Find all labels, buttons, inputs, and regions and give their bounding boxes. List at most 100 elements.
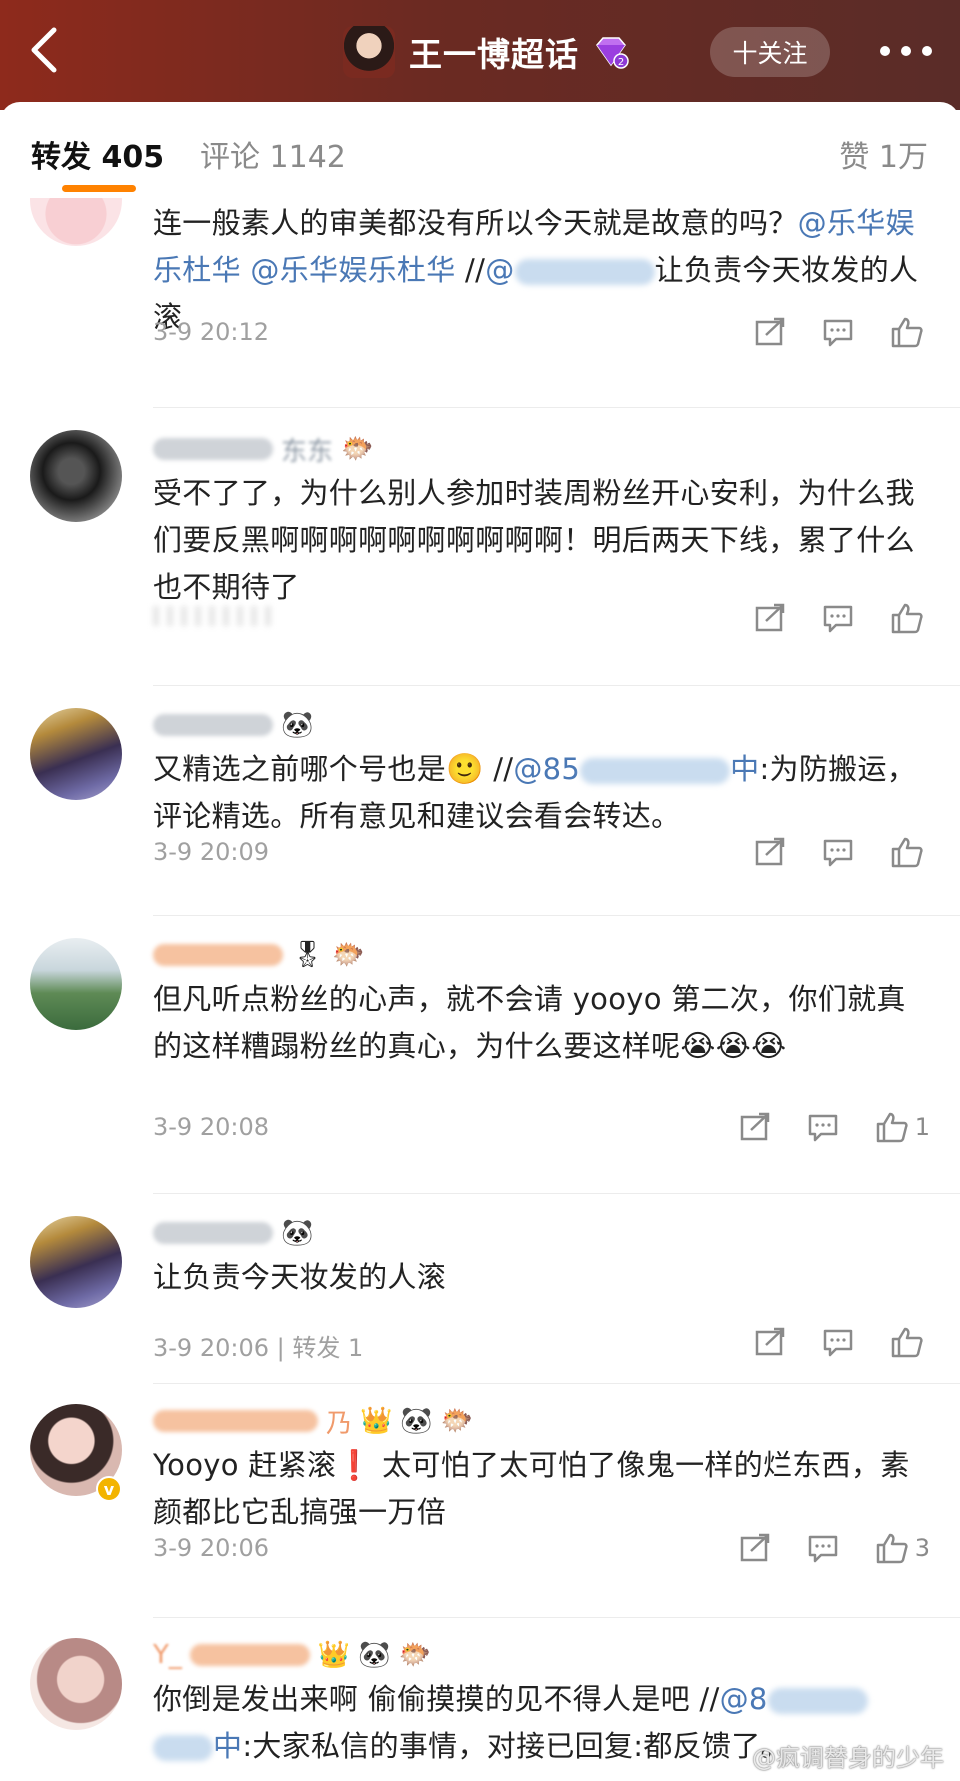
panda-badge-icon: 🐼 [400, 1406, 433, 1436]
svg-text:2: 2 [618, 57, 624, 68]
crown-badge-icon: 👑 [360, 1406, 393, 1436]
exclamation-emoji: ❗ [336, 1448, 373, 1482]
share-icon [755, 317, 785, 346]
repost-button[interactable] [739, 1533, 771, 1563]
list-item: v 乃 👑 🐼 🐡 Yooyo 赶紧滚❗ 太可怕了太可怕了像鬼一样的烂东西，素颜… [0, 1384, 960, 1618]
username-row[interactable]: 东东 🐡 [153, 432, 374, 467]
like-button[interactable] [890, 316, 930, 348]
crown-badge-icon: 👑 [317, 1640, 351, 1670]
comment-button[interactable] [822, 603, 854, 633]
username-tail: 乃 [326, 1408, 353, 1439]
thumbs-up-icon [876, 1533, 908, 1564]
like-button[interactable] [890, 1326, 930, 1358]
username-row[interactable]: 🐼 [153, 1216, 313, 1250]
username-prefix: Y_ [153, 1640, 182, 1670]
repost-button[interactable] [754, 317, 786, 347]
comment-icon [823, 605, 853, 633]
level-badge-icon: 🎖 [291, 940, 325, 970]
tab-comment[interactable]: 评论 1142 [200, 132, 346, 176]
blurred-username [153, 714, 273, 736]
comment-icon [823, 1329, 853, 1357]
comment-button[interactable] [822, 317, 854, 347]
comment-text: 让负责今天妆发的人滚 [153, 1260, 447, 1294]
thumbs-up-icon [876, 1112, 908, 1143]
tab-like[interactable]: 赞 1万 [839, 132, 928, 176]
watermark: @疯调替身的少年 [752, 1744, 944, 1772]
username-row[interactable]: 🎖 🐡 [153, 938, 364, 972]
avatar[interactable] [30, 938, 122, 1030]
like-button[interactable]: 3 [875, 1532, 930, 1564]
username-tail: 东东 [281, 436, 334, 467]
action-bar [754, 832, 930, 872]
back-button[interactable] [22, 22, 72, 78]
avatar[interactable] [30, 1638, 122, 1730]
comment-text: 受不了了，为什么别人参加时装周粉丝开心安利，为什么我们要反黑啊啊啊啊啊啊啊啊啊啊… [153, 476, 915, 604]
comment-icon [823, 839, 853, 867]
repost-button[interactable] [754, 837, 786, 867]
repost-button[interactable] [739, 1112, 771, 1142]
share-icon [740, 1533, 769, 1562]
share-icon [740, 1112, 769, 1141]
mention-link[interactable]: @85 [513, 752, 580, 786]
comment-button[interactable] [822, 837, 854, 867]
comment-icon [808, 1114, 837, 1142]
follow-button[interactable]: 十关注 [710, 27, 830, 77]
panda-badge-icon: 🐼 [281, 710, 314, 740]
repost-list: 连一般素人的审美都没有所以今天就是故意的吗？@乐华娱乐杜华 @乐华娱乐杜华 //… [0, 198, 960, 1781]
list-item: 连一般素人的审美都没有所以今天就是故意的吗？@乐华娱乐杜华 @乐华娱乐杜华 //… [0, 198, 960, 408]
blurred-username [153, 1222, 273, 1244]
puffer-fish-badge-icon: 🐡 [341, 434, 374, 464]
like-count: 3 [914, 1534, 930, 1562]
blurred-username [580, 758, 731, 784]
more-dots-icon[interactable] [880, 36, 932, 66]
action-bar: 3 [739, 1528, 930, 1568]
timestamp: 3-9 20:06 | 转发 1 [153, 1334, 364, 1362]
timestamp [153, 604, 271, 632]
repost-button[interactable] [754, 1327, 786, 1357]
share-icon [755, 1327, 785, 1356]
panda-badge-icon: 🐼 [358, 1640, 391, 1670]
action-bar [754, 598, 930, 638]
avatar[interactable] [30, 1216, 122, 1308]
thumbs-up-icon [891, 317, 923, 348]
avatar[interactable] [30, 430, 122, 522]
list-item: 🎖 🐡 但凡听点粉丝的心声，就不会请 yooyo 第二次，你们就真的这样糟蹋粉丝… [0, 916, 960, 1194]
thumbs-up-icon [891, 837, 923, 868]
username-row[interactable]: Y_ 👑 🐼 🐡 [153, 1638, 431, 1672]
mention-link[interactable]: @8 [720, 1682, 768, 1716]
like-button[interactable] [890, 836, 930, 868]
crying-emoji: 😭 [680, 1029, 716, 1064]
comment-text: 但凡听点粉丝的心声，就不会请 yooyo 第二次，你们就真的这样糟蹋粉丝的真心，… [153, 982, 906, 1064]
timestamp: 3-9 20:06 [153, 1534, 269, 1562]
action-bar [754, 1322, 930, 1362]
topic-title-group[interactable]: 王一博超话 2 [343, 26, 629, 78]
tab-repost[interactable]: 转发 405 [31, 132, 164, 176]
topic-avatar [343, 26, 395, 78]
comment-button[interactable] [807, 1533, 839, 1563]
puffer-fish-badge-icon: 🐡 [398, 1640, 432, 1670]
comment-button[interactable] [807, 1112, 839, 1142]
like-button[interactable]: 1 [875, 1111, 930, 1143]
action-bar: 1 [739, 1107, 930, 1147]
username-row[interactable]: 🐼 [153, 708, 313, 742]
tab-bar: 转发 405 评论 1142 赞 1万 [0, 102, 960, 198]
crying-emoji: 😭 [715, 1029, 752, 1064]
blurred-username [514, 259, 655, 285]
blurred-username [153, 438, 273, 460]
timestamp: 3-9 20:12 [153, 318, 269, 346]
repost-button[interactable] [754, 603, 786, 633]
avatar[interactable] [30, 708, 122, 800]
username-row[interactable]: 乃 👑 🐼 🐡 [153, 1404, 474, 1439]
avatar[interactable] [30, 198, 122, 246]
comment-text: 又精选之前哪个号也是🙂 //@85 中:为防搬运，评论精选。所有意见和建议会看会转… [153, 752, 917, 833]
blurred-username [153, 1410, 318, 1432]
blurred-username [189, 1644, 310, 1666]
puffer-fish-badge-icon: 🐡 [440, 1406, 474, 1436]
comment-button[interactable] [822, 1327, 854, 1357]
verified-badge-icon: v [96, 1476, 122, 1502]
list-item: 🐼 让负责今天妆发的人滚 3-9 20:06 | 转发 1 [0, 1194, 960, 1384]
timestamp: 3-9 20:09 [153, 838, 269, 866]
timestamp: 3-9 20:08 [153, 1113, 269, 1141]
blurred-username [153, 944, 283, 966]
like-button[interactable] [890, 602, 930, 634]
